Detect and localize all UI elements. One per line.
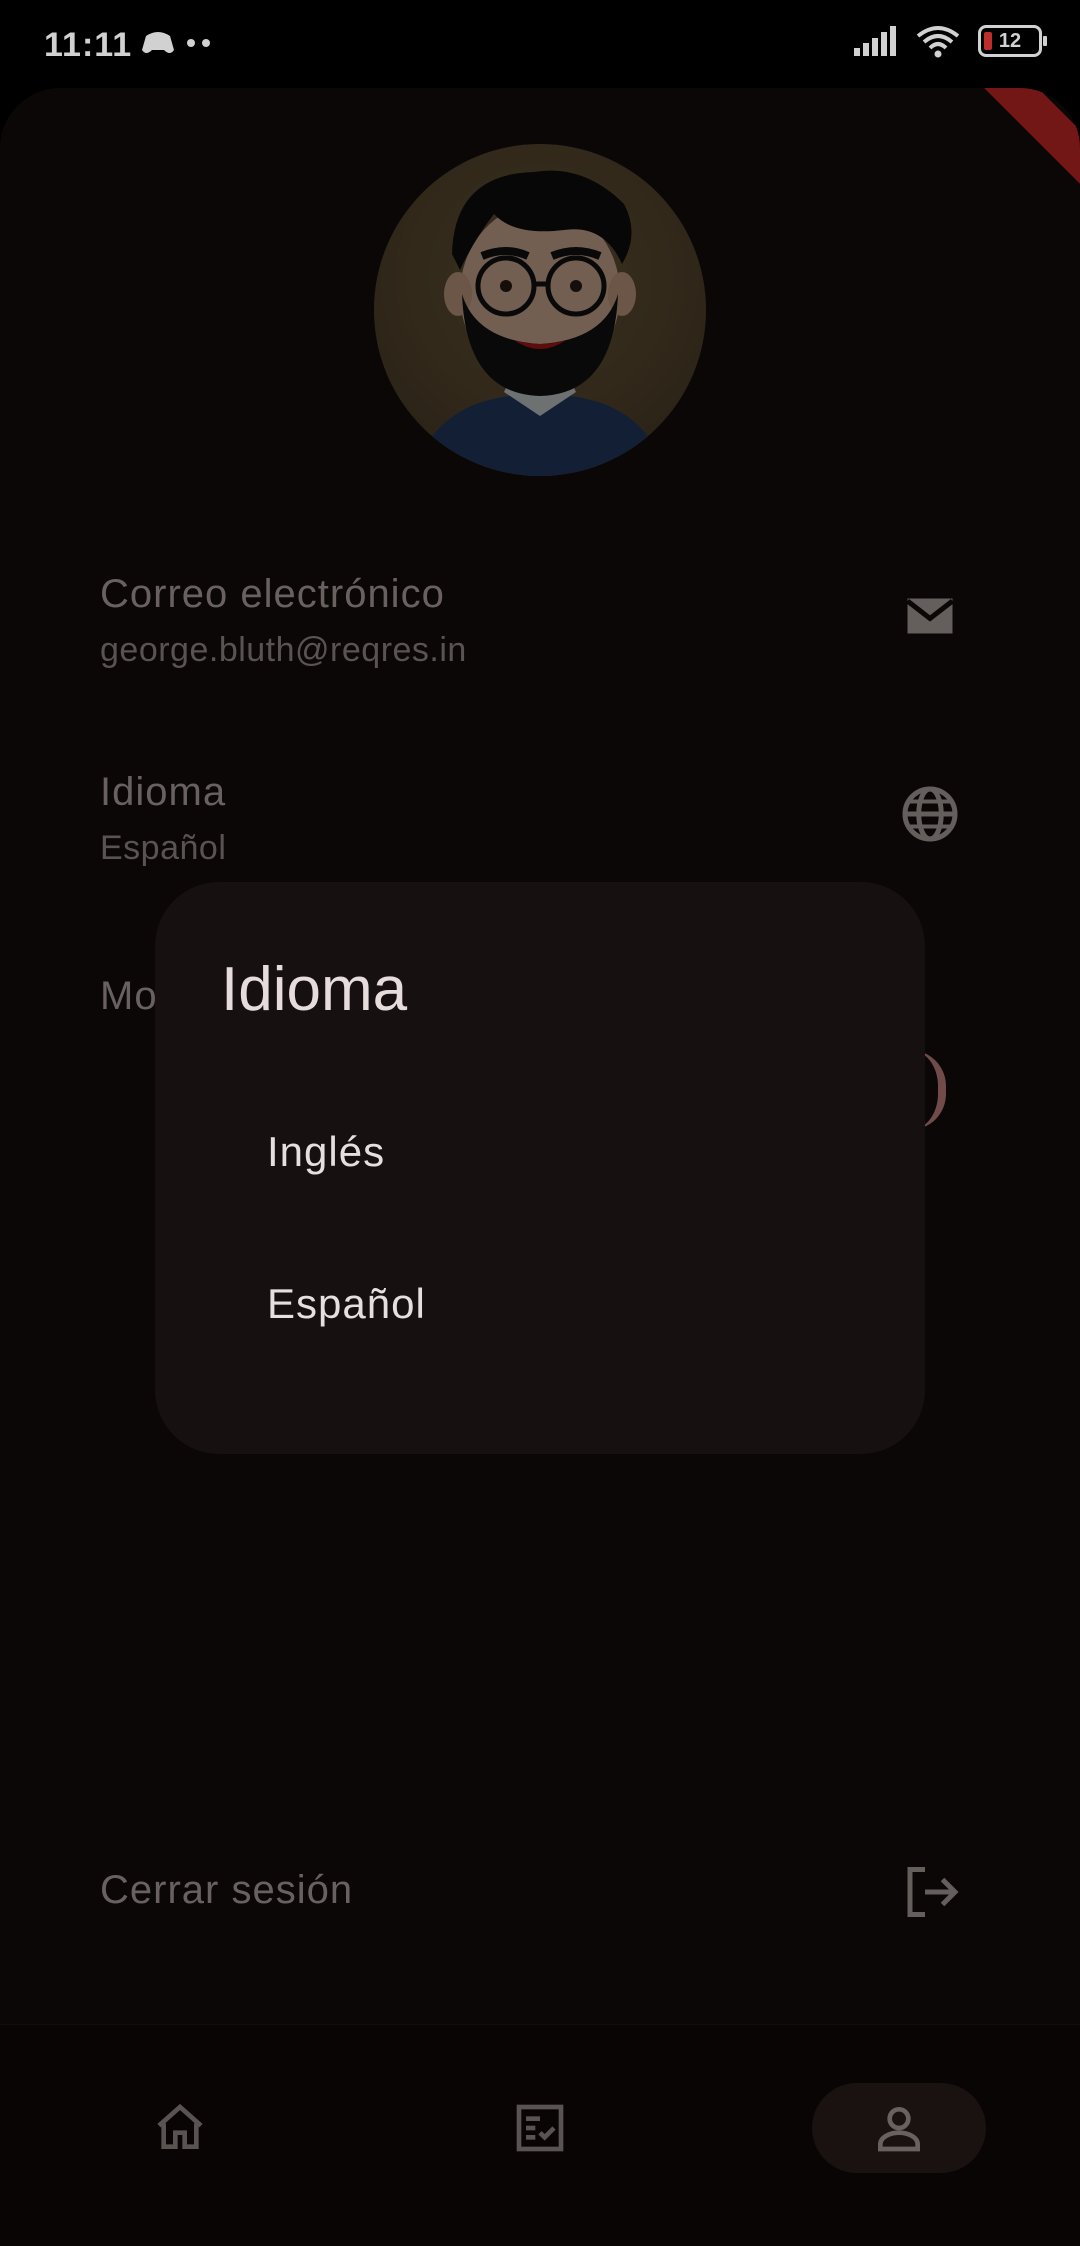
option-ingles[interactable]: Inglés xyxy=(267,1128,385,1176)
language-dialog: Idioma Inglés Español xyxy=(155,882,925,1454)
dialog-title: Idioma xyxy=(221,955,408,1024)
option-espanol[interactable]: Español xyxy=(267,1280,426,1328)
